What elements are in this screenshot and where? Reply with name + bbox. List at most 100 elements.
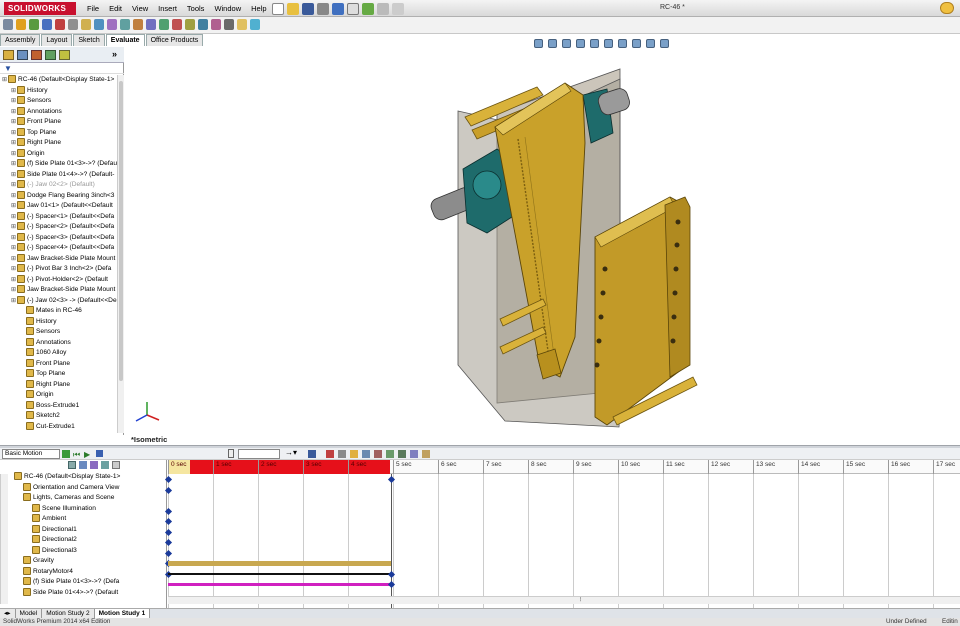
tree-item[interactable]: ⊞ Top Plane xyxy=(0,127,124,139)
motion-tree-item[interactable]: Directional2 xyxy=(2,535,162,546)
select-arrow-icon[interactable] xyxy=(347,3,359,15)
playback-mode-arrow-icon[interactable]: →▾ xyxy=(285,448,297,457)
playback-slider-handle[interactable] xyxy=(228,449,234,458)
new-document-icon[interactable] xyxy=(272,3,284,15)
undo-icon[interactable] xyxy=(332,3,344,15)
timeline-bar[interactable] xyxy=(168,572,391,575)
tab-assembly[interactable]: Assembly xyxy=(0,34,41,46)
section-view-icon[interactable] xyxy=(576,38,585,48)
tool-icon-8[interactable] xyxy=(94,19,104,30)
menu-help[interactable]: Help xyxy=(246,3,271,15)
study-type-select[interactable]: Basic Motion xyxy=(2,449,60,459)
tree-item[interactable]: Sketch2 xyxy=(0,411,124,422)
menu-view[interactable]: View xyxy=(127,3,153,15)
tree-item[interactable]: ⊞ Dodge Flang Bearing 3inch<3 xyxy=(0,190,124,202)
app-logo[interactable]: SOLIDWORKS xyxy=(4,2,76,15)
playback-speed-select[interactable] xyxy=(238,449,280,459)
tree-item[interactable]: ⊞ History xyxy=(0,85,124,97)
tree-item[interactable]: Boss-Extrude1 xyxy=(0,400,124,412)
tool-icon-11[interactable] xyxy=(133,19,143,30)
display-manager-tab-icon[interactable] xyxy=(59,50,70,60)
tree-item[interactable]: ⊞ Jaw Bracket-Side Plate Mount xyxy=(0,285,124,296)
tree-item[interactable]: Front Plane xyxy=(0,358,124,370)
tool-icon-10[interactable] xyxy=(120,19,130,30)
animation-wizard-icon[interactable] xyxy=(326,450,334,458)
hide-show-items-icon[interactable] xyxy=(618,38,627,48)
edit-appearance-icon[interactable] xyxy=(632,38,641,48)
tree-item[interactable]: Sensors xyxy=(0,327,124,338)
zoom-timeline-icon[interactable] xyxy=(112,461,120,469)
tool-icon-3[interactable] xyxy=(29,19,39,30)
doc-tab-model[interactable]: Model xyxy=(15,609,43,618)
study-properties-icon[interactable] xyxy=(422,450,430,458)
motor-icon[interactable] xyxy=(362,450,370,458)
tree-item[interactable]: ⊞ Side Plate 01<4>->? (Default- xyxy=(0,169,124,181)
tab-evaluate[interactable]: Evaluate xyxy=(105,34,145,46)
help-search-icon[interactable] xyxy=(940,2,954,14)
doc-tab-motion-study-1[interactable]: Motion Study 1 xyxy=(94,609,151,618)
tree-item[interactable]: ⊞ Jaw Bracket-Side Plate Mount xyxy=(0,253,124,265)
feature-tree-tab-icon[interactable] xyxy=(3,50,14,60)
tree-item[interactable]: ⊞ Annotations xyxy=(0,106,124,118)
open-folder-icon[interactable] xyxy=(287,3,299,15)
filter-animated-icon[interactable] xyxy=(68,461,76,469)
autokey-icon[interactable] xyxy=(338,450,346,458)
tool-icon-7[interactable] xyxy=(81,19,91,30)
timeline[interactable]: 0 sec 1 sec 2 sec 3 sec 4 sec 5 sec 6 sec 7 sec… xyxy=(164,460,960,608)
motion-tree-item[interactable]: Gravity xyxy=(2,556,162,567)
results-plots-icon[interactable] xyxy=(410,450,418,458)
view-settings-icon[interactable] xyxy=(660,38,669,48)
tree-item[interactable]: ⊞ (-) Spacer<2> (Default<<Defa xyxy=(0,222,124,233)
previous-view-icon[interactable] xyxy=(562,38,571,48)
config-manager-tab-icon[interactable] xyxy=(31,50,42,60)
file-properties-icon[interactable] xyxy=(377,3,389,15)
tree-item[interactable]: ⊞ Front Plane xyxy=(0,117,124,128)
tool-icon-1[interactable] xyxy=(3,19,13,30)
spring-icon[interactable] xyxy=(374,450,382,458)
view-orientation-icon[interactable] xyxy=(590,38,599,48)
tool-icon-12[interactable] xyxy=(146,19,156,30)
tool-icon-5[interactable] xyxy=(55,19,65,30)
tool-icon-6[interactable] xyxy=(68,19,78,30)
tree-scrollbar[interactable] xyxy=(117,75,124,433)
play-icon[interactable]: ▶ xyxy=(84,450,90,459)
tree-item[interactable]: Mates in RC-46 xyxy=(0,306,124,317)
tool-icon-16[interactable] xyxy=(198,19,208,30)
dim-xpert-tab-icon[interactable] xyxy=(45,50,56,60)
tool-icon-19[interactable] xyxy=(237,19,247,30)
timeline-scrollbar[interactable]: ⦙ xyxy=(168,596,960,604)
filter-driving-icon[interactable] xyxy=(79,461,87,469)
print-icon[interactable] xyxy=(317,3,329,15)
tool-icon-9[interactable] xyxy=(107,19,117,30)
motion-tree-item[interactable]: Orientation and Camera View xyxy=(2,482,162,494)
zoom-to-fit-icon[interactable] xyxy=(534,38,543,48)
tree-item[interactable]: ⊞ (-) Jaw 02<3> -> (Default<<De xyxy=(0,295,124,307)
tree-item[interactable]: ⊞ (-) Pivot Bar 3 Inch<2> (Defa xyxy=(0,264,124,275)
keyframe-marker[interactable] xyxy=(164,549,173,557)
tree-item[interactable]: Origin xyxy=(0,390,124,401)
motion-tree-item[interactable]: RotaryMotor4 xyxy=(2,566,162,578)
motion-tree-item[interactable]: RC-46 (Default<Display State-1> xyxy=(2,472,162,483)
scrollbar-grip-icon[interactable]: ⦙ xyxy=(580,597,581,604)
motion-tree-scrollbar[interactable] xyxy=(0,474,8,604)
tool-icon-17[interactable] xyxy=(211,19,221,30)
tree-item[interactable]: ⊞ Right Plane xyxy=(0,138,124,149)
tool-icon-15[interactable] xyxy=(185,19,195,30)
keyframe-marker[interactable] xyxy=(164,528,173,536)
motion-tree-item[interactable]: Side Plate 01<4>->? (Default xyxy=(2,587,162,599)
tree-item[interactable]: Right Plane xyxy=(0,379,124,391)
stop-icon[interactable] xyxy=(96,450,103,457)
add-key-icon[interactable] xyxy=(350,450,358,458)
assembly-3d-model[interactable] xyxy=(125,47,960,447)
tree-item[interactable]: ⊞ (-) Spacer<1> (Default<<Defa xyxy=(0,211,124,223)
scrollbar-thumb[interactable] xyxy=(119,81,123,381)
options-icon[interactable] xyxy=(392,3,404,15)
motion-tree-item[interactable]: Lights, Cameras and Scene xyxy=(2,493,162,504)
tab-office-products[interactable]: Office Products xyxy=(145,34,204,46)
expand-chevron-icon[interactable]: » xyxy=(112,49,117,59)
save-animation-icon[interactable] xyxy=(308,450,316,458)
tree-item[interactable]: ⊞ (-) Pivot-Holder<2> (Default xyxy=(0,274,124,286)
menu-edit[interactable]: Edit xyxy=(104,3,127,15)
tab-layout[interactable]: Layout xyxy=(41,34,73,46)
motion-tree-item[interactable]: Ambient xyxy=(2,514,162,525)
